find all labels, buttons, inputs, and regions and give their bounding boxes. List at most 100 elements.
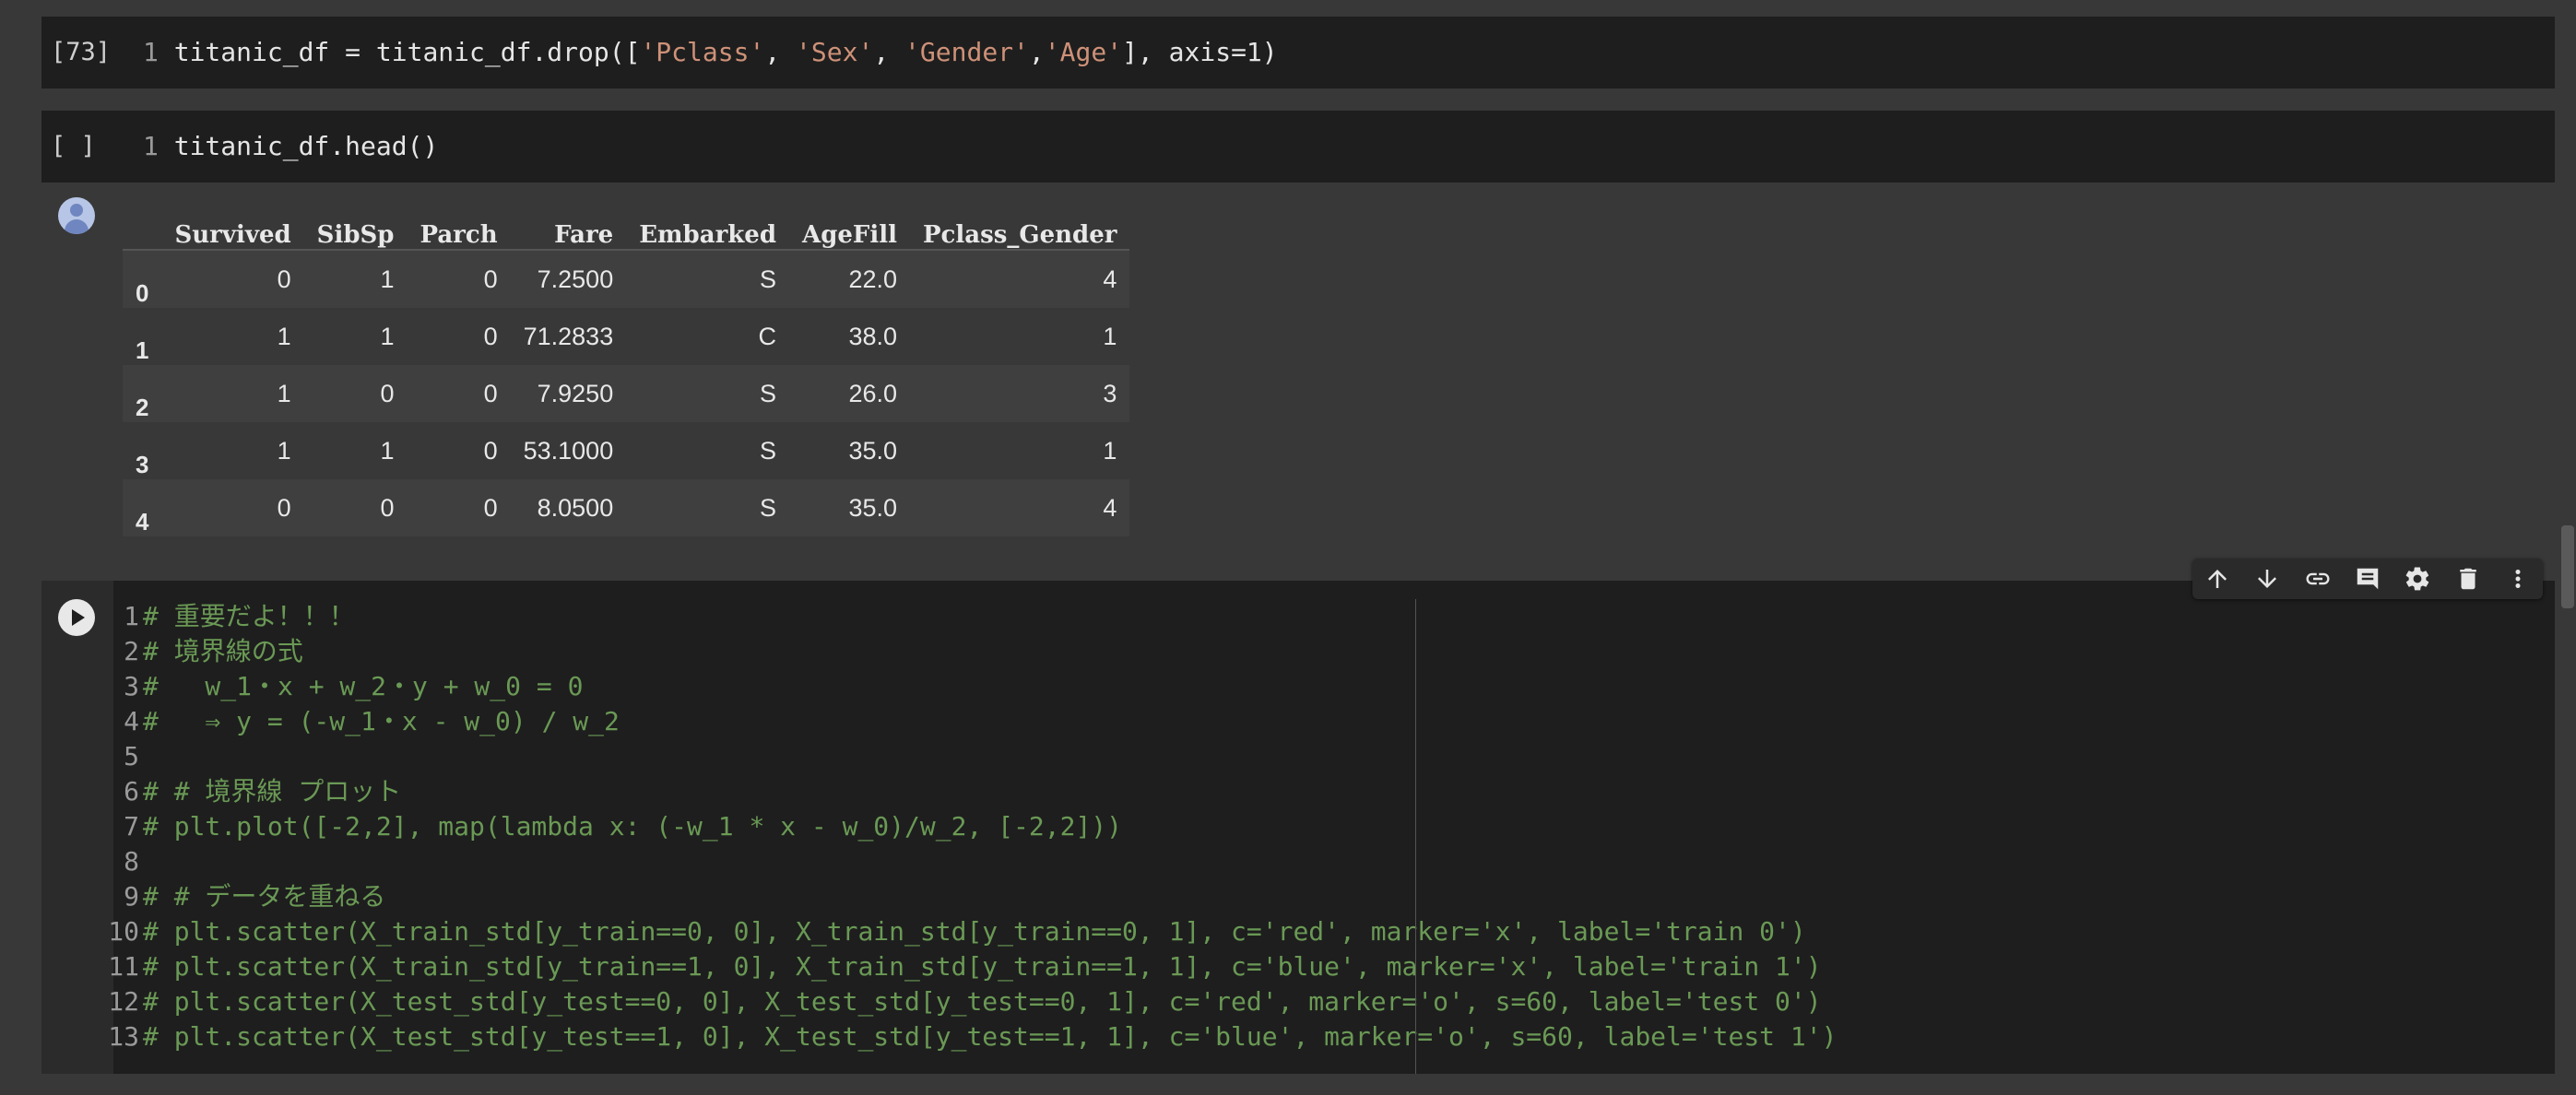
table-cell: 3 [1103, 379, 1117, 407]
table-cell: 71.2833 [523, 322, 614, 350]
column-header: Fare [554, 221, 614, 249]
comment-text: # 重要だよ！！！ [143, 601, 355, 631]
comment-text: # # 境界線 プロット [143, 776, 402, 807]
code-line[interactable]: 13 # plt.scatter(X_test_std[y_test==1, 0]… [108, 1019, 1837, 1054]
table-row: 3 1 1 0 53.1000 S 35.0 1 [123, 422, 1130, 479]
table-cell: 0 [380, 379, 395, 407]
output-avatar-icon[interactable] [58, 197, 95, 234]
table-cell: 1 [1103, 436, 1117, 465]
table-cell: 8.0500 [537, 493, 614, 522]
table-cell: 1 [277, 379, 291, 407]
comment-text: # plt.scatter(X_test_std[y_test==0, 0], … [143, 986, 1822, 1017]
code-cell-head[interactable]: [ ] 1 titanic_df.head() [41, 111, 2555, 182]
table-row: 1 1 1 0 71.2833 C 38.0 1 [123, 308, 1130, 365]
row-index: 4 [136, 508, 149, 536]
table-cell: 0 [380, 493, 395, 522]
more-vert-icon[interactable] [2499, 560, 2536, 597]
code-line[interactable]: 9 # # データを重ねる [124, 879, 1837, 914]
line-number: 13 [108, 1021, 139, 1052]
table-cell: 22.0 [848, 265, 897, 293]
code-line[interactable]: 12 # plt.scatter(X_test_std[y_test==0, 0]… [108, 984, 1837, 1019]
code-cell-drop[interactable]: [73] 1 titanic_df = titanic_df.drop(['Pc… [41, 17, 2555, 88]
code-line[interactable]: 1 titanic_df.head() [143, 111, 438, 182]
table-cell: 53.1000 [523, 436, 614, 465]
line-number: 11 [108, 951, 139, 982]
table-cell: 1 [1103, 322, 1117, 350]
line-number: 5 [124, 741, 139, 771]
table-cell: C [758, 322, 777, 350]
code-line[interactable]: 4 # ⇒ y = (-w_1・x - w_0) / w_2 [124, 704, 1837, 739]
line-number: 3 [124, 671, 139, 701]
line-length-ruler [1415, 599, 1416, 1074]
table-cell: S [760, 436, 777, 465]
table-cell: 0 [483, 265, 498, 293]
table-row: 4 0 0 0 8.0500 S 35.0 4 [123, 479, 1130, 536]
code-line[interactable]: 8 [124, 844, 1837, 879]
column-header: SibSp [316, 221, 395, 249]
gear-icon[interactable] [2399, 560, 2436, 597]
trash-icon[interactable] [2450, 560, 2487, 597]
line-number: 1 [143, 37, 159, 67]
comment-text: # plt.scatter(X_train_std[y_train==1, 0]… [143, 951, 1822, 982]
line-number: 1 [124, 601, 139, 631]
line-number: 7 [124, 811, 139, 842]
code-line[interactable]: 6 # # 境界線 プロット [124, 774, 1837, 809]
table-cell: S [760, 265, 777, 293]
line-number: 6 [124, 776, 139, 807]
line-number: 10 [108, 916, 139, 947]
comment-icon[interactable] [2349, 560, 2386, 597]
row-index: 2 [136, 394, 149, 421]
table-cell: 35.0 [848, 436, 897, 465]
comment-text: # 境界線の式 [143, 636, 303, 666]
table-cell: 0 [483, 436, 498, 465]
table-cell: 1 [277, 322, 291, 350]
code-line[interactable]: 1 titanic_df = titanic_df.drop(['Pclass'… [143, 17, 1278, 88]
code-line[interactable]: 7 # plt.plot([-2,2], map(lambda x: (-w_1 … [124, 809, 1837, 844]
table-cell: 0 [483, 322, 498, 350]
arrow-down-icon[interactable] [2249, 560, 2286, 597]
run-cell-button[interactable] [58, 599, 95, 636]
row-index: 3 [136, 451, 149, 478]
code-line[interactable]: 5 [124, 739, 1837, 774]
column-header: AgeFill [802, 221, 897, 249]
line-number: 4 [124, 706, 139, 736]
table-cell: 1 [380, 436, 395, 465]
arrow-up-icon[interactable] [2199, 560, 2236, 597]
column-header: Pclass_Gender [923, 221, 1117, 249]
table-row: 2 1 0 0 7.9250 S 26.0 3 [123, 365, 1130, 422]
table-cell: 7.2500 [537, 265, 614, 293]
line-number: 8 [124, 846, 139, 877]
code-line[interactable]: 11 # plt.scatter(X_train_std[y_train==1, … [108, 949, 1837, 984]
link-icon[interactable] [2299, 560, 2336, 597]
code-line[interactable]: 3 # w_1・x + w_2・y + w_0 = 0 [124, 669, 1837, 704]
code-line[interactable]: 2 # 境界線の式 [124, 634, 1837, 669]
comment-text: # plt.scatter(X_train_std[y_train==0, 0]… [143, 916, 1806, 947]
comment-text: # w_1・x + w_2・y + w_0 = 0 [143, 671, 584, 701]
code-editor[interactable]: 1 # 重要だよ！！！ 2 # 境界線の式 3 # w_1・x + w_2・y + w_0… [108, 599, 1837, 1054]
line-number: 2 [124, 636, 139, 666]
table-cell: 26.0 [848, 379, 897, 407]
table-cell: 1 [277, 436, 291, 465]
code-line[interactable]: 1 # 重要だよ！！！ [124, 599, 1837, 634]
row-index: 1 [136, 336, 149, 364]
table-cell: 0 [277, 265, 291, 293]
column-header [123, 203, 161, 250]
row-index: 0 [136, 279, 149, 307]
table-cell: 4 [1103, 265, 1117, 293]
table-cell: 35.0 [848, 493, 897, 522]
table-header-row: Survived SibSp Parch Fare Embarked AgeFill Pcl… [123, 203, 1130, 250]
comment-text: # # データを重ねる [143, 881, 386, 912]
dataframe-table: Survived SibSp Parch Fare Embarked AgeFill Pcl… [123, 203, 1130, 536]
table-cell: 0 [483, 379, 498, 407]
line-number: 9 [124, 881, 139, 912]
cell-toolbar [2192, 559, 2543, 599]
table-cell: 1 [380, 322, 395, 350]
table-cell: 4 [1103, 493, 1117, 522]
table-cell: 7.9250 [537, 379, 614, 407]
table-cell: 38.0 [848, 322, 897, 350]
code-cell-comments[interactable]: 1 # 重要だよ！！！ 2 # 境界線の式 3 # w_1・x + w_2・y + w_0… [41, 581, 2555, 1074]
scrollbar-thumb[interactable] [2561, 525, 2574, 608]
line-number: 12 [108, 986, 139, 1017]
table-cell: S [760, 493, 777, 522]
code-line[interactable]: 10 # plt.scatter(X_train_std[y_train==0, … [108, 914, 1837, 949]
